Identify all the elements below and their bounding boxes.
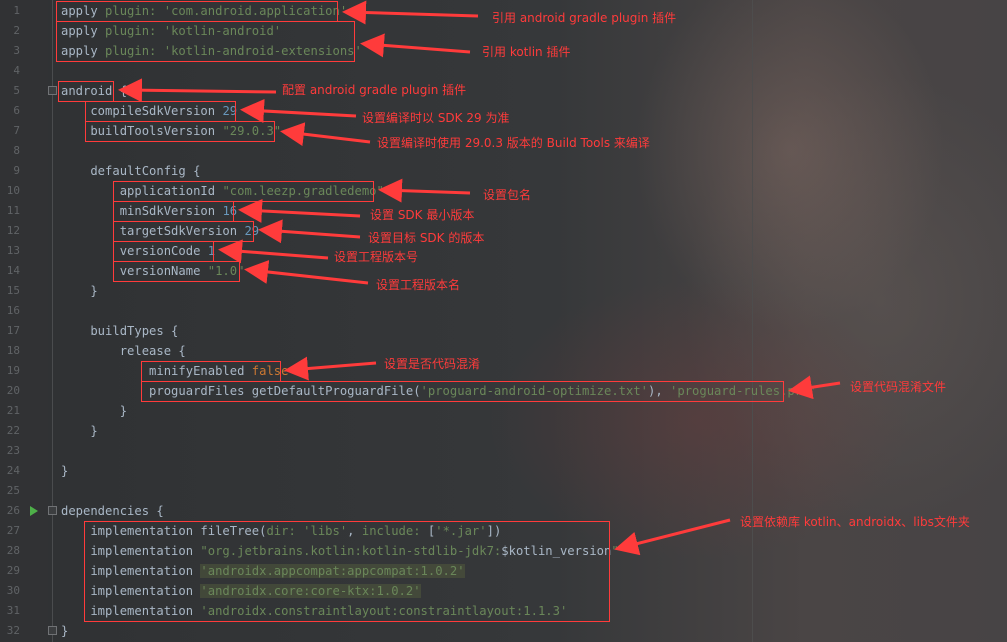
annotation-min-sdk: 设置 SDK 最小版本 [370, 208, 475, 222]
annotation-version-name: 设置工程版本名 [376, 278, 461, 292]
annotation-target-sdk: 设置目标 SDK 的版本 [368, 231, 485, 245]
annotation-version-code: 设置工程版本号 [334, 250, 419, 264]
annotation-compile-sdk: 设置编译时以 SDK 29 为准 [362, 111, 510, 125]
annotation-proguard: 设置代码混淆文件 [850, 380, 947, 394]
annotation-apply-android-plugin: 引用 android gradle plugin 插件 [492, 11, 677, 25]
annotation-arrows [118, 0, 841, 556]
annotation-dependencies: 设置依赖库 kotlin、androidx、libs文件夹 [740, 515, 970, 529]
annotation-build-tools: 设置编译时使用 29.0.3 版本的 Build Tools 来编译 [377, 136, 650, 150]
annotation-android-block: 配置 android gradle plugin 插件 [282, 83, 467, 97]
annotation-minify: 设置是否代码混淆 [384, 357, 481, 371]
annotation-application-id: 设置包名 [483, 188, 532, 202]
annotation-apply-kotlin-plugin: 引用 kotlin 插件 [482, 45, 571, 59]
